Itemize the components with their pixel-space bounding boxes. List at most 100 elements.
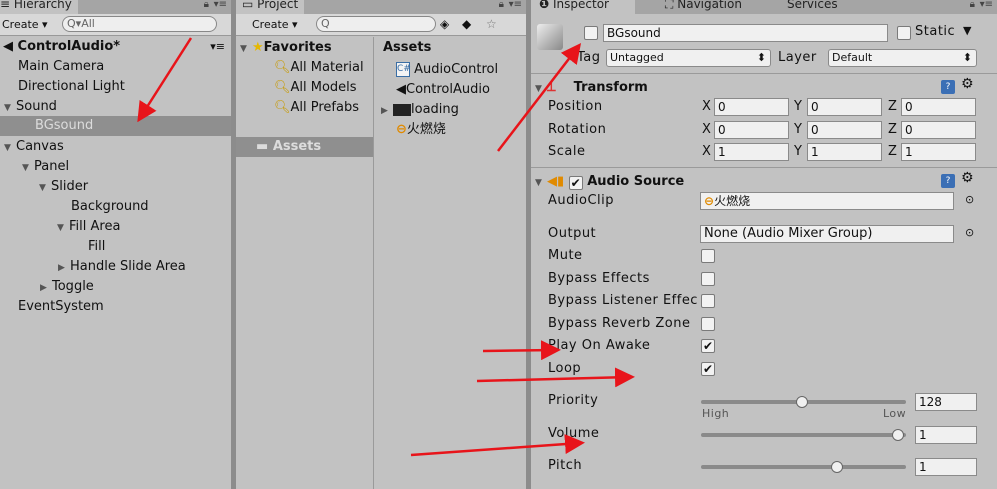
scale-z-field[interactable]: 1 (901, 143, 976, 161)
lock-icon[interactable]: 🔒︎ (970, 0, 975, 11)
static-dropdown-icon[interactable]: ▼ (963, 24, 971, 37)
hierarchy-item-selected[interactable]: BGsound (0, 116, 231, 136)
object-picker-icon[interactable]: ⊙ (965, 226, 974, 239)
mute-checkbox[interactable] (701, 249, 715, 263)
axis-x-label[interactable]: X (702, 99, 711, 114)
active-checkbox[interactable] (584, 26, 598, 40)
expand-triangle-icon[interactable]: ▼ (22, 158, 34, 178)
volume-slider-knob[interactable] (892, 429, 904, 441)
volume-field[interactable]: 1 (915, 426, 977, 444)
loop-checkbox[interactable]: ✔ (701, 362, 715, 376)
layer-dropdown[interactable]: Default ⬍ (828, 49, 977, 67)
hierarchy-item[interactable]: ▶ Toggle (40, 277, 94, 297)
static-checkbox[interactable] (897, 26, 911, 40)
position-y-field[interactable]: 0 (807, 98, 882, 116)
volume-slider[interactable] (701, 433, 906, 437)
hierarchy-item[interactable]: Fill (88, 237, 105, 257)
tab-hierarchy[interactable]: ≡ Hierarchy (0, 0, 78, 14)
scale-x-field[interactable]: 1 (714, 143, 789, 161)
transform-header[interactable]: ▼ ⟂ Transform (535, 78, 648, 98)
pitch-slider[interactable] (701, 465, 906, 469)
axis-y-label[interactable]: Y (794, 122, 802, 137)
search-input[interactable]: Q (316, 16, 436, 32)
search-input[interactable]: Q▾All (62, 16, 217, 32)
axis-z-label[interactable]: Z (888, 99, 897, 114)
gear-icon[interactable]: ⚙ (961, 170, 974, 186)
tab-project[interactable]: ▭ Project (236, 0, 305, 14)
rotation-z-field[interactable]: 0 (901, 121, 976, 139)
scene-menu-icon[interactable]: ▾≡ (210, 37, 225, 57)
tag-dropdown[interactable]: Untagged ⬍ (606, 49, 771, 67)
hierarchy-item[interactable]: EventSystem (18, 297, 104, 317)
scale-y-field[interactable]: 1 (807, 143, 882, 161)
panel-splitter[interactable] (526, 0, 531, 489)
tab-services[interactable]: Services (781, 0, 844, 14)
tab-navigation[interactable]: ⛶ Navigation (659, 0, 748, 14)
favorite-item[interactable]: 🔍︎All Material (274, 58, 364, 78)
create-dropdown[interactable]: Create ▾ (2, 17, 48, 33)
position-x-field[interactable]: 0 (714, 98, 789, 116)
output-field[interactable]: None (Audio Mixer Group) (700, 225, 954, 243)
axis-z-label[interactable]: Z (888, 122, 897, 137)
expand-triangle-icon[interactable]: ▼ (39, 178, 51, 198)
expand-triangle-icon[interactable]: ▼ (535, 79, 547, 99)
asset-item[interactable]: ◀︎ControlAudio (396, 80, 490, 100)
axis-y-label[interactable]: Y (794, 99, 802, 114)
expand-triangle-icon[interactable]: ▼ (535, 173, 547, 193)
favorite-star-icon[interactable]: ☆ (486, 17, 497, 33)
hierarchy-item[interactable]: ▼ Slider (39, 177, 88, 197)
filter-label-icon[interactable]: ◆ (462, 17, 471, 33)
panel-splitter[interactable] (231, 0, 236, 489)
hierarchy-item[interactable]: ▼ Fill Area (57, 217, 120, 237)
asset-item[interactable]: ▶ loading (381, 100, 459, 120)
tab-menu-icon[interactable]: ▾≡ (980, 0, 993, 11)
bypass-effects-checkbox[interactable] (701, 272, 715, 286)
bypass-reverb-checkbox[interactable] (701, 317, 715, 331)
pitch-field[interactable]: 1 (915, 458, 977, 476)
favorite-item[interactable]: 🔍︎All Models (274, 78, 357, 98)
asset-item[interactable]: ⊖火燃烧 (396, 120, 446, 140)
rotation-y-field[interactable]: 0 (807, 121, 882, 139)
axis-x-label[interactable]: X (702, 122, 711, 137)
help-book-icon[interactable]: ? (941, 80, 955, 94)
play-on-awake-checkbox[interactable]: ✔ (701, 339, 715, 353)
position-z-field[interactable]: 0 (901, 98, 976, 116)
rotation-x-field[interactable]: 0 (714, 121, 789, 139)
object-picker-icon[interactable]: ⊙ (965, 193, 974, 206)
expand-triangle-icon[interactable]: ▼ (4, 98, 16, 118)
hierarchy-item[interactable]: ▼ Panel (22, 157, 69, 177)
hierarchy-item[interactable]: ▼ Sound (4, 97, 57, 117)
create-dropdown[interactable]: Create ▾ (252, 17, 298, 33)
assets-folder-selected[interactable]: ▬ Assets (236, 137, 373, 157)
project-splitter[interactable] (373, 37, 374, 489)
lock-icon[interactable]: 🔒︎ (204, 0, 209, 11)
priority-slider-knob[interactable] (795, 396, 808, 408)
audio-source-header[interactable]: ▼ ◀▮ ✔ Audio Source (535, 172, 684, 192)
gear-icon[interactable]: ⚙ (961, 76, 974, 92)
tab-menu-icon[interactable]: ▾≡ (509, 0, 522, 11)
hierarchy-item[interactable]: Directional Light (18, 77, 125, 97)
favorite-item[interactable]: 🔍︎All Prefabs (274, 98, 359, 118)
lock-icon[interactable]: 🔒︎ (499, 0, 504, 11)
expand-triangle-icon[interactable]: ▼ (57, 218, 69, 238)
asset-item[interactable]: C# AudioControl (396, 60, 498, 80)
expand-triangle-icon[interactable]: ▼ (240, 39, 252, 59)
collapsed-triangle-icon[interactable]: ▶ (58, 258, 70, 278)
bypass-listener-checkbox[interactable] (701, 294, 715, 308)
collapsed-triangle-icon[interactable]: ▶ (381, 101, 393, 121)
axis-x-label[interactable]: X (702, 144, 711, 159)
filter-type-icon[interactable]: ◈ (440, 17, 449, 33)
expand-triangle-icon[interactable]: ▼ (4, 138, 16, 158)
hierarchy-item[interactable]: ▶ Handle Slide Area (58, 257, 186, 277)
audio-source-enabled-checkbox[interactable]: ✔ (568, 176, 583, 190)
help-book-icon[interactable]: ? (941, 174, 955, 188)
axis-z-label[interactable]: Z (888, 144, 897, 159)
collapsed-triangle-icon[interactable]: ▶ (40, 278, 52, 298)
tab-menu-icon[interactable]: ▾≡ (214, 0, 227, 11)
pitch-slider-knob[interactable] (831, 461, 843, 473)
hierarchy-item[interactable]: Background (71, 197, 149, 217)
priority-field[interactable]: 128 (915, 393, 977, 411)
scene-header[interactable]: ◀︎ ControlAudio* ▾≡ (3, 37, 231, 57)
hierarchy-item[interactable]: Main Camera (18, 57, 104, 77)
favorites-header[interactable]: ▼ ★Favorites (240, 38, 332, 58)
